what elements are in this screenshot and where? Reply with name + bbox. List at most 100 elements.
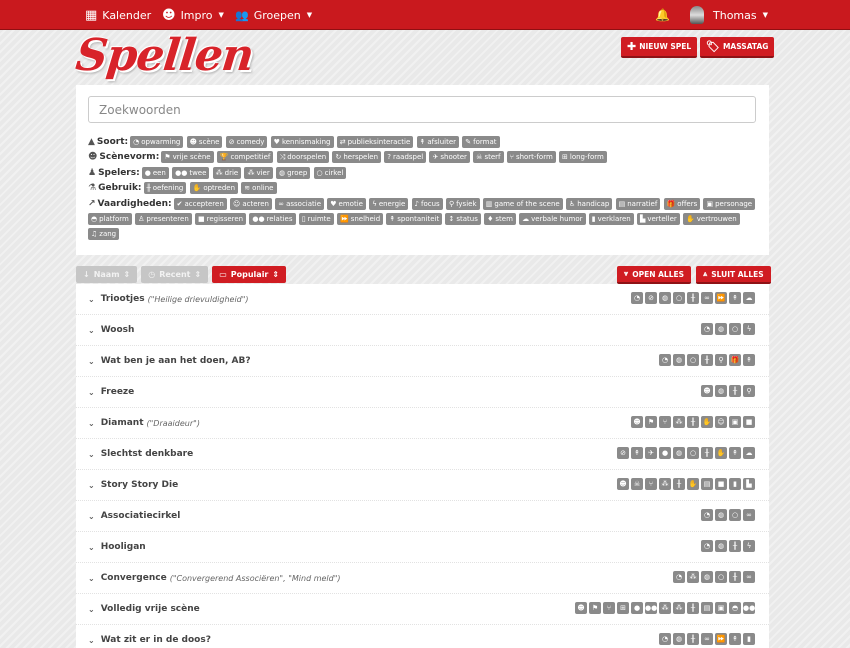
filter-tag[interactable]: ◍ groep xyxy=(275,166,311,179)
filter-tag[interactable]: ↻ herspelen xyxy=(332,151,382,164)
game-tag-icons: ⊘ ↟ ✈ ● ◍ ○ ╫ ✋ ↟ ☁ xyxy=(617,447,755,459)
filter-tag[interactable]: ☻ scène xyxy=(186,136,223,148)
filter-tag[interactable]: ○ cirkel xyxy=(313,166,347,179)
filter-tag[interactable]: ? raadspel xyxy=(384,151,427,164)
search-input[interactable] xyxy=(88,96,756,123)
game-row[interactable]: ⌄ Triootjes ("Heilige drievuldigheid") ◔ ⊘ ◍ ○… xyxy=(76,284,769,315)
filter-tag[interactable]: ✈ shooter xyxy=(429,151,470,164)
filter-tag[interactable]: ☺ acteren xyxy=(230,197,272,210)
filter-tag[interactable]: 🏆 competitief xyxy=(216,151,274,164)
filter-tag[interactable]: ▯ ruimte xyxy=(298,213,334,226)
game-row[interactable]: ⌄ Freeze ☻ ◍ ╫ ⚲ xyxy=(76,377,769,408)
nav-groepen[interactable]: 👥 Groepen ▼ xyxy=(235,0,312,30)
close-all-button[interactable]: ⩓ SLUIT ALLES xyxy=(696,266,771,284)
filter-tag[interactable]: ●● twee xyxy=(172,166,210,179)
filter-tag[interactable]: ♥ emotie xyxy=(327,197,366,210)
game-row[interactable]: ⌄ Wat zit er in de doos? ◔ ◍ ╫ ∞ ⏩ ↟ ▮ xyxy=(76,625,769,648)
filter-tag[interactable]: ϟ energie xyxy=(369,197,409,210)
filter-tag[interactable]: ▙ verteller xyxy=(636,213,680,226)
game-tag-icon: ⁂ xyxy=(673,602,685,614)
sort-populair-button[interactable]: ▭ Populair ⇕ xyxy=(212,266,287,283)
filter-tag[interactable]: ▤ narratief xyxy=(615,197,661,210)
tag-label: handicap xyxy=(577,199,610,208)
filter-tag[interactable]: ⤨ doorspelen xyxy=(276,151,330,164)
filter-tag[interactable]: ♙ presenteren xyxy=(135,213,192,226)
filter-tag[interactable]: ↟ spontaniteit xyxy=(386,213,443,226)
filter-tag[interactable]: ✋ vertrouwen xyxy=(683,213,740,226)
game-row[interactable]: ⌄ Story Story Die ☻ ☠ ⑂ ⁂ ╫ ✋ ▤ ■ ▮ ▙ xyxy=(76,470,769,501)
filter-tag[interactable]: ⚑ vrije scène xyxy=(161,151,214,164)
game-tag-icons: ☻ ⚑ ⑂ ⁂ ╫ ✋ ☺ ▣ ■ xyxy=(631,416,755,428)
tag-label: afsluiter xyxy=(427,138,457,146)
filter-tag[interactable]: ✋ optreden xyxy=(189,182,239,195)
game-tag-icon: ○ xyxy=(729,323,741,335)
tag-label: kennismaking xyxy=(281,138,331,146)
filter-tag[interactable]: ♥ kennismaking xyxy=(270,136,334,148)
filter-tag[interactable]: ✔ accepteren xyxy=(173,197,227,210)
filter-tag[interactable]: ⚲ fysiek xyxy=(445,197,480,210)
filter-tag[interactable]: ⇄ publieksinteractie xyxy=(336,136,414,148)
sort-option-icon: ◷ xyxy=(148,270,156,279)
filter-tag[interactable]: ● een xyxy=(141,166,169,179)
game-row[interactable]: ⌄ Convergence ("Convergerend Associëren", … xyxy=(76,563,769,594)
nav-kalender[interactable]: ▦ Kalender xyxy=(85,0,151,30)
filter-tag[interactable]: ∞ associatie xyxy=(275,197,325,210)
game-row[interactable]: ⌄ Slechtst denkbare ⊘ ↟ ✈ ● ◍ ○ ╫ ✋ ↟ ☁ xyxy=(76,439,769,470)
filter-tag[interactable]: ≋ online xyxy=(241,182,277,195)
filter-tag[interactable]: ↕ status xyxy=(445,213,481,226)
filter-tag[interactable]: ♿ handicap xyxy=(565,197,613,210)
filter-tag[interactable]: ■ regisseren xyxy=(195,213,247,226)
filter-tag[interactable]: ⑂ short-form xyxy=(506,151,556,164)
filter-tag[interactable]: ⊘ comedy xyxy=(225,136,268,148)
filter-tag[interactable]: ▣ personage xyxy=(703,197,756,210)
chevrons-down-icon: ⩔ xyxy=(624,269,629,278)
filter-tag[interactable]: ♦ stem xyxy=(484,213,516,226)
filter-tag[interactable]: 🎁 offers xyxy=(663,197,701,210)
game-row[interactable]: ⌄ Woosh ◔ ◍ ○ ϟ xyxy=(76,315,769,346)
sort-naam-button[interactable]: ↓ Naam ⇕ xyxy=(76,266,138,283)
filter-tag[interactable]: ◓ platform xyxy=(88,213,132,226)
filter-tag[interactable]: ◔ opwarming xyxy=(130,136,184,148)
new-game-button[interactable]: ✚ NIEUW SPEL xyxy=(621,37,698,58)
game-row[interactable]: ⌄ Volledig vrije scène ☻ ⚑ ⑂ ⊞ ● ●● ⁂ ⁂ ╫ ▤ ▣ ◓ ●● xyxy=(76,594,769,625)
filter-tag[interactable]: ☁ verbale humor xyxy=(519,213,586,226)
masstag-button[interactable]: 🏷 MASSATAG xyxy=(700,37,775,58)
tag-label: emotie xyxy=(338,199,363,208)
game-tag-icon: ○ xyxy=(729,509,741,521)
tag-label: sterf xyxy=(484,153,501,162)
filter-tag[interactable]: ⊞ long-form xyxy=(559,151,607,164)
open-all-button[interactable]: ⩔ OPEN ALLES xyxy=(617,266,692,284)
tag-label: platform xyxy=(99,215,129,224)
filter-tag[interactable]: ●● relaties xyxy=(249,213,296,226)
tag-icon: ⑂ xyxy=(509,153,514,162)
game-row[interactable]: ⌄ Diamant ("Draaideur") ☻ ⚑ ⑂ ⁂ ╫ ✋ ☺ ▣ ■ xyxy=(76,408,769,439)
tag-label: fysiek xyxy=(456,199,477,208)
sort-recent-button[interactable]: ◷ Recent ⇕ xyxy=(141,266,209,283)
game-row[interactable]: ⌄ Hooligan ◔ ◍ ╫ ϟ xyxy=(76,532,769,563)
sort-option-label: Recent xyxy=(159,270,191,279)
game-tag-icons: ◔ ◍ ○ ϟ xyxy=(701,323,755,335)
open-all-label: OPEN ALLES xyxy=(632,269,685,279)
game-tag-icon: ▙ xyxy=(743,478,755,490)
filter-tag[interactable]: ♪ focus xyxy=(411,197,443,210)
tag-label: doorspelen xyxy=(287,153,327,162)
game-tag-icon: ϟ xyxy=(743,540,755,552)
filter-tag[interactable]: ⏩ snelheid xyxy=(336,213,384,226)
filter-tag[interactable]: ▥ game of the scene xyxy=(482,197,563,210)
filter-tag[interactable]: ☠ sterf xyxy=(473,151,504,164)
game-row[interactable]: ⌄ Associatiecirkel ◔ ◍ ○ ∞ xyxy=(76,501,769,532)
tag-icon: ☁ xyxy=(522,215,530,224)
filter-tag[interactable]: ♫ zang xyxy=(88,228,120,241)
filter-tag[interactable]: ╫ oefening xyxy=(143,182,187,195)
notifications-button[interactable]: 🔔 xyxy=(655,0,670,30)
filter-tag[interactable]: ⁂ vier xyxy=(244,166,273,179)
chevron-down-icon: ⌄ xyxy=(88,542,95,552)
filter-tag[interactable]: ✎ format xyxy=(462,136,500,148)
filter-tag[interactable]: ⁂ drie xyxy=(212,166,242,179)
tag-label: herspelen xyxy=(343,153,379,162)
game-row[interactable]: ⌄ Wat ben je aan het doen, AB? ◔ ◍ ○ ╫ ⚲ 🎁 ↟ xyxy=(76,346,769,377)
user-menu[interactable]: Thomas ▼ xyxy=(690,0,768,30)
filter-tag[interactable]: ▮ verklaren xyxy=(588,213,634,226)
filter-tag[interactable]: ↟ afsluiter xyxy=(416,136,460,148)
nav-impro[interactable]: ☻ Impro ▼ xyxy=(162,0,224,30)
